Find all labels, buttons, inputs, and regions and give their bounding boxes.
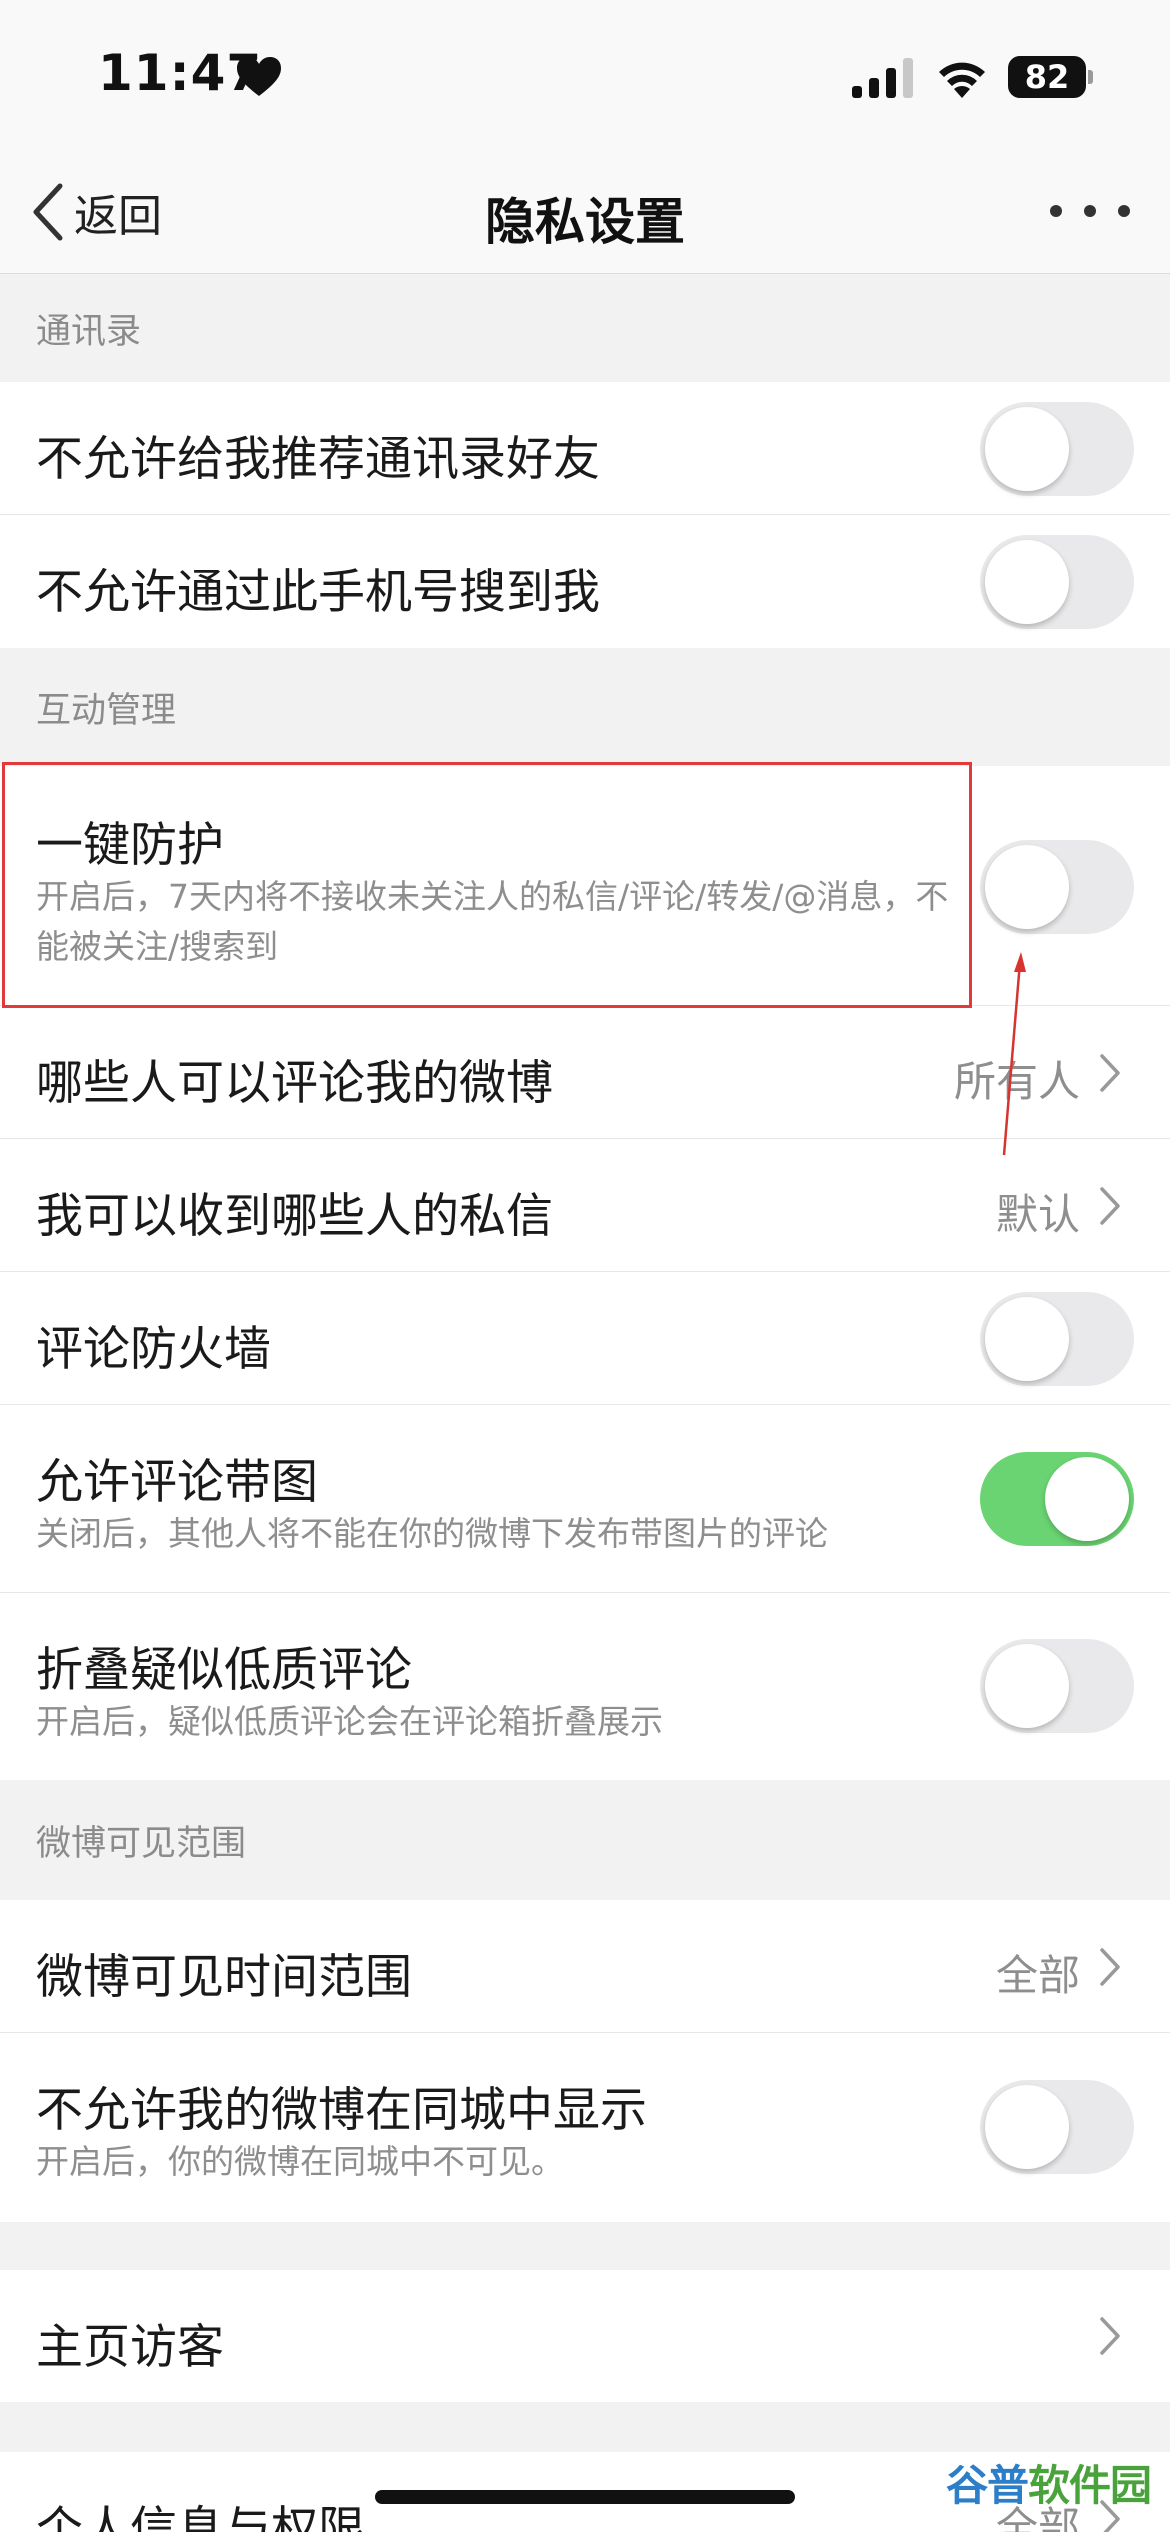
dot-icon [1118,205,1130,217]
toggle-knob [985,540,1069,624]
battery-cap [1088,70,1093,84]
nav-bar: 返回 隐私设置 [0,150,1170,274]
toggle-recommend-contacts[interactable] [980,402,1134,496]
section-header-interaction: 互动管理 [36,690,177,731]
row-subtitle: 开启后，疑似低质评论会在评论箱折叠展示 [36,1702,663,1741]
section-header-visibility: 微博可见范围 [36,1823,247,1864]
toggle-knob [985,2085,1069,2169]
row-subtitle: 关闭后，其他人将不能在你的微博下发布带图片的评论 [36,1514,828,1553]
visibility-group: 微博可见时间范围 全部 不允许我的微博在同城中显示 开启后，你的微博在同城中不可… [0,1900,1170,2222]
row-title: 个人信息与权限 [36,2502,365,2532]
row-title: 不允许通过此手机号搜到我 [36,565,600,620]
toggle-fold-low-quality[interactable] [980,1639,1134,1733]
row-title: 不允许给我推荐通讯录好友 [36,432,600,487]
chevron-right-icon [1100,1054,1120,1092]
toggle-comment-firewall[interactable] [980,1292,1134,1386]
dot-icon [1084,205,1096,217]
row-hide-in-local: 不允许我的微博在同城中显示 开启后，你的微博在同城中不可见。 [0,2033,1170,2222]
toggle-knob [985,1297,1069,1381]
status-bar: 11:47 82 [0,0,1170,150]
toggle-knob [985,407,1069,491]
row-fold-low-quality: 折叠疑似低质评论 开启后，疑似低质评论会在评论箱折叠展示 [0,1593,1170,1780]
row-title: 我可以收到哪些人的私信 [36,1189,553,1244]
wifi-icon [939,62,985,98]
visitors-group: 主页访客 [0,2270,1170,2402]
signal-icon [852,58,913,98]
row-allow-comment-images: 允许评论带图 关闭后，其他人将不能在你的微博下发布带图片的评论 [0,1405,1170,1593]
chevron-right-icon [1100,1948,1120,1986]
watermark-part1: 谷普 [946,2461,1029,2510]
row-title: 折叠疑似低质评论 [36,1643,412,1698]
toggle-allow-comment-images[interactable] [980,1452,1134,1546]
row-recommend-contacts: 不允许给我推荐通讯录好友 [0,382,1170,515]
row-title: 不允许我的微博在同城中显示 [36,2083,647,2138]
row-visible-time-range[interactable]: 微博可见时间范围 全部 [0,1900,1170,2033]
row-title: 微博可见时间范围 [36,1950,412,2005]
chevron-right-icon [1100,1187,1120,1225]
row-title: 允许评论带图 [36,1455,318,1510]
toggle-knob [985,1644,1069,1728]
contacts-group: 不允许给我推荐通讯录好友 不允许通过此手机号搜到我 [0,382,1170,648]
row-comment-firewall: 评论防火墙 [0,1272,1170,1405]
more-options-button[interactable] [1050,186,1130,236]
annotation-arrow-icon [1002,952,1026,1156]
row-search-by-phone: 不允许通过此手机号搜到我 [0,515,1170,648]
heart-icon [237,57,281,96]
battery-level: 82 [1008,56,1086,98]
highlight-box [2,762,972,1008]
toggle-knob [985,845,1069,929]
row-homepage-visitors[interactable]: 主页访客 [0,2270,1170,2402]
toggle-knob [1045,1457,1129,1541]
row-title: 主页访客 [36,2320,224,2375]
toggle-search-by-phone[interactable] [980,535,1134,629]
row-value: 全部 [995,1951,1080,2000]
row-title: 评论防火墙 [36,1322,271,1377]
chevron-right-icon [1100,2317,1120,2355]
toggle-one-click-protect[interactable] [980,840,1134,934]
battery-indicator: 82 [1008,56,1093,98]
watermark-part2: 软件园 [1028,2461,1152,2510]
row-title: 哪些人可以评论我的微博 [36,1056,553,1111]
watermark-logo: 谷普软件园 [946,2452,1152,2513]
home-indicator [375,2490,795,2504]
section-header-contacts: 通讯录 [36,311,142,352]
page-title: 隐私设置 [485,193,685,251]
row-value: 默认 [995,1190,1080,1239]
dot-icon [1050,205,1062,217]
row-subtitle: 开启后，你的微博在同城中不可见。 [36,2142,564,2181]
toggle-hide-in-local[interactable] [980,2080,1134,2174]
